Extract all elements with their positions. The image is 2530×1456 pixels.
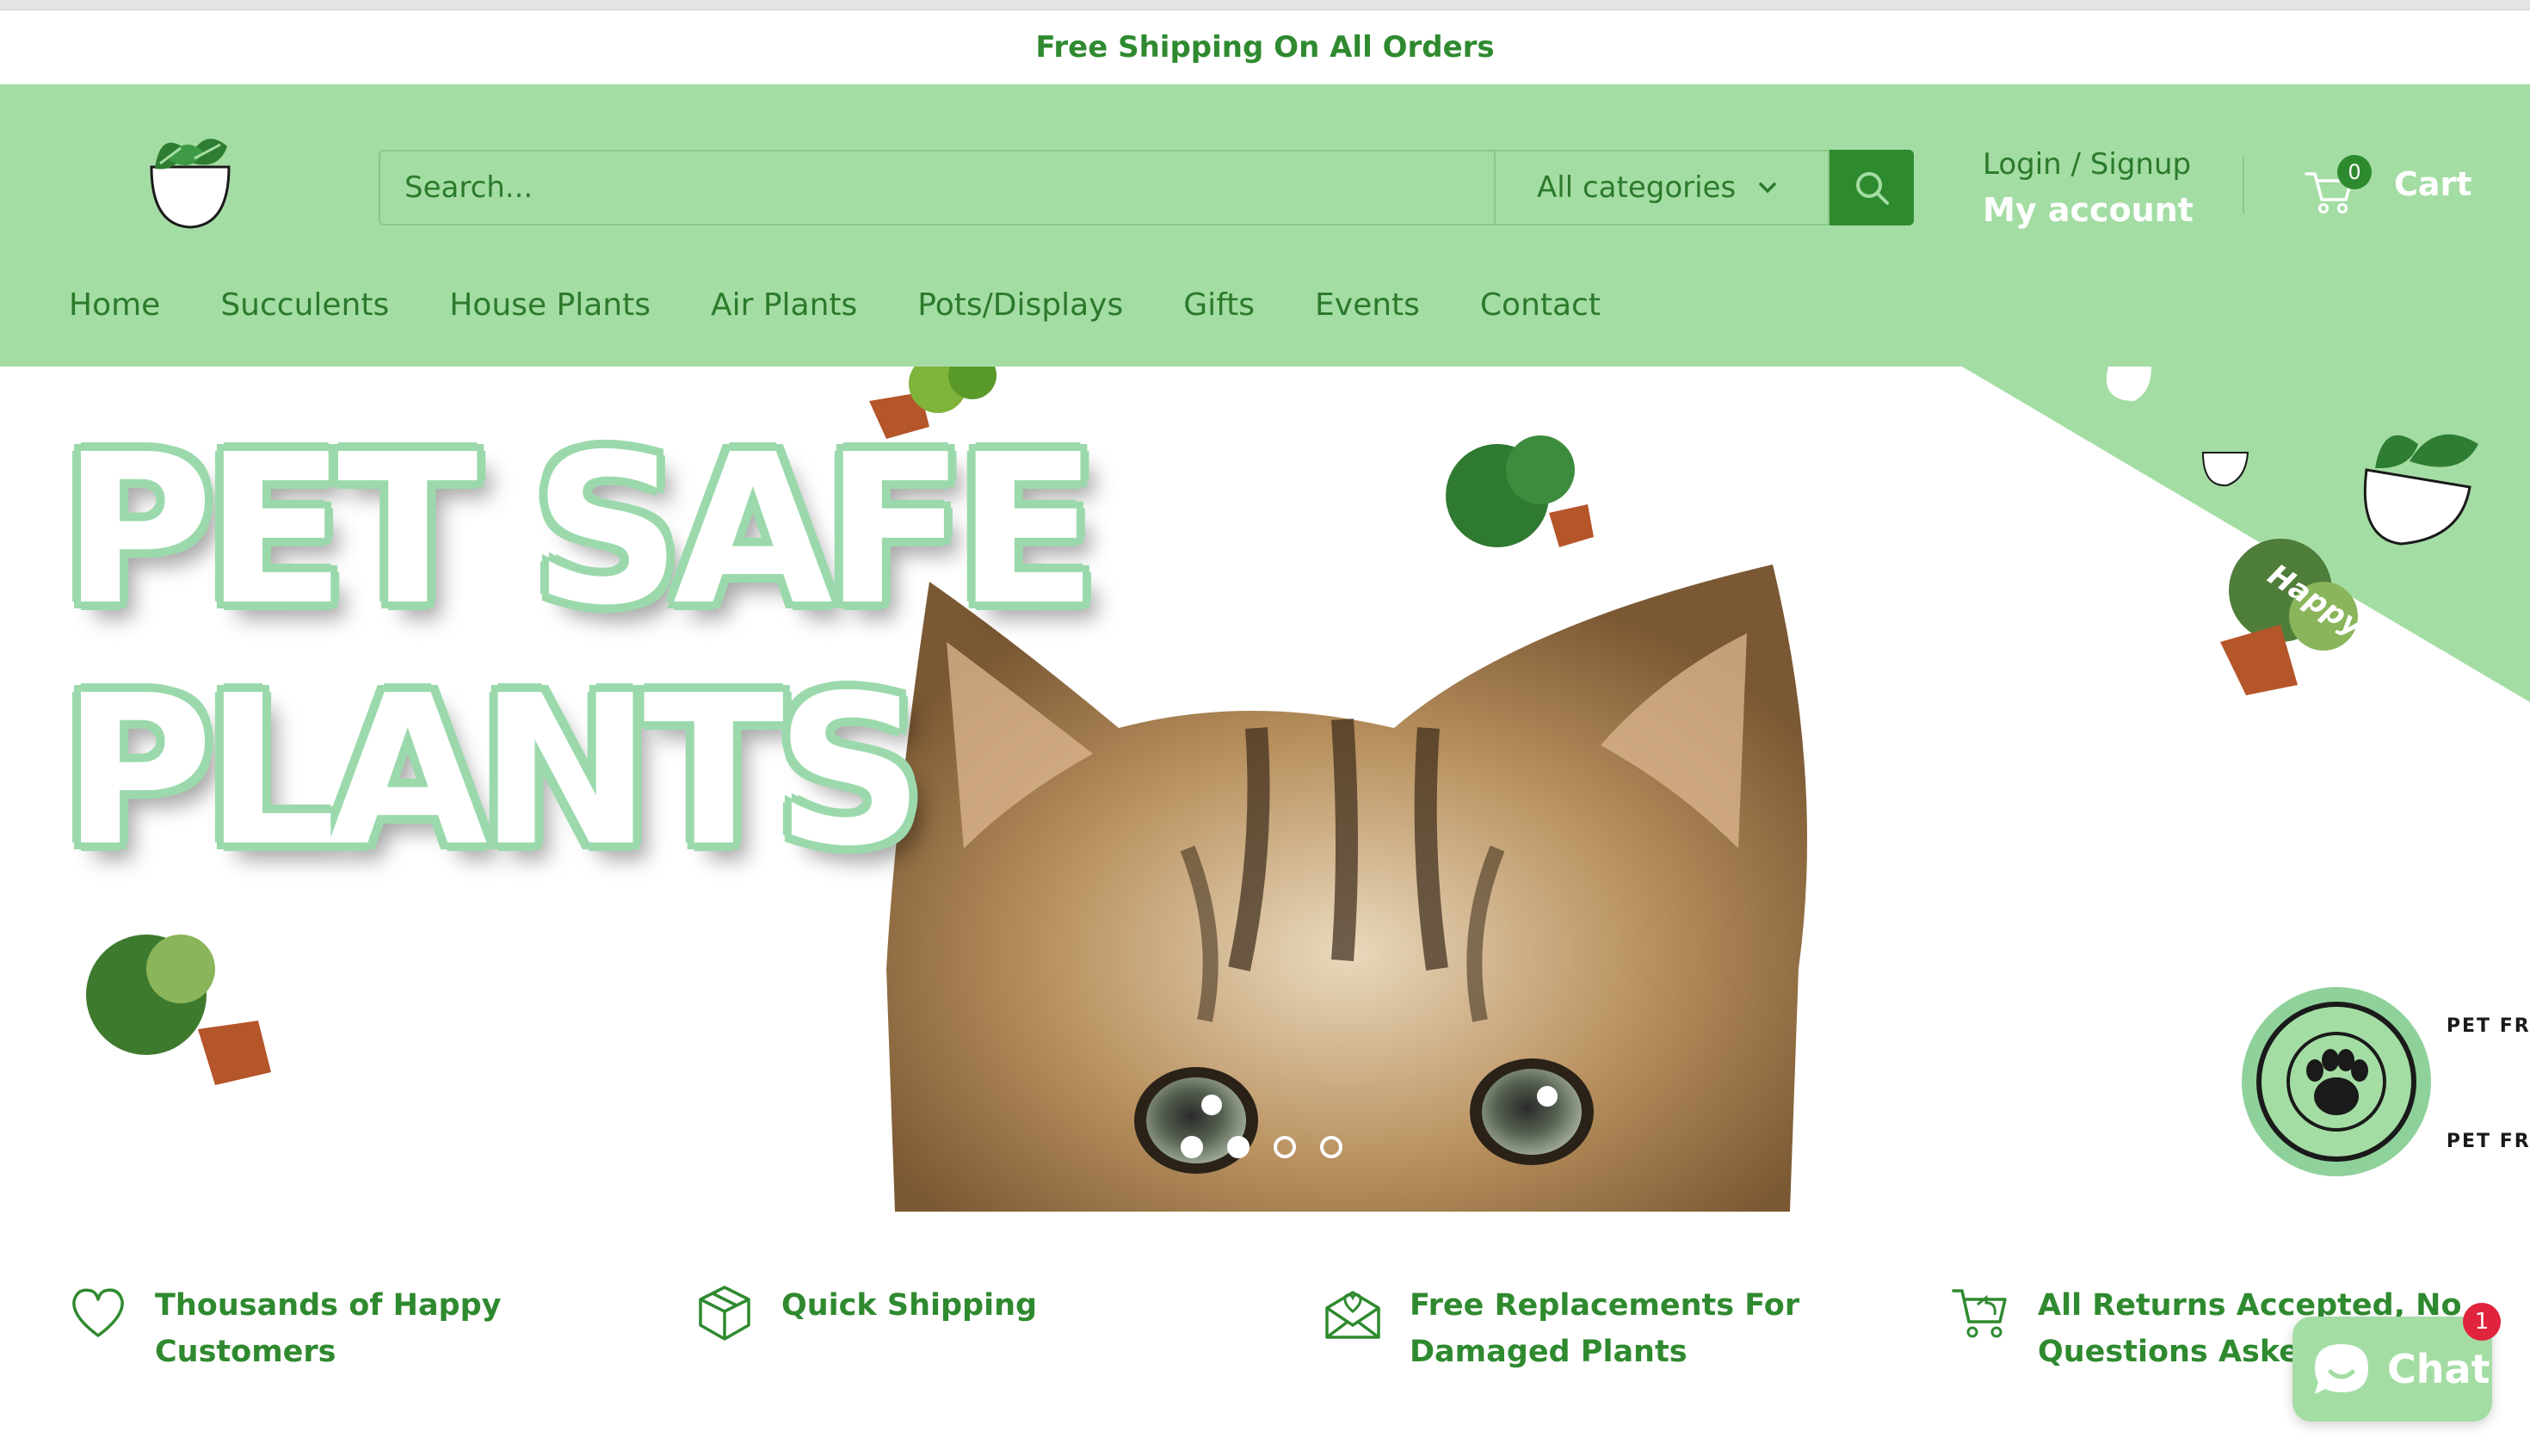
search-button[interactable] [1830, 150, 1914, 225]
search-input[interactable] [379, 150, 1494, 225]
slider-dot[interactable] [1320, 1136, 1342, 1158]
feature-line1: Thousands of Happy [155, 1288, 502, 1323]
chat-unread-badge: 1 [2463, 1303, 2501, 1341]
paw-icon [2242, 987, 2431, 1176]
slider-dots [1181, 1136, 1342, 1158]
envelope-heart-icon [1325, 1291, 1380, 1339]
plant-top-middle [1446, 435, 1594, 547]
hero-title-line1: PET SAFE [62, 410, 1098, 651]
login-signup-link[interactable]: Login / Signup [1983, 143, 2194, 186]
nav-item-events[interactable]: Events [1315, 287, 1420, 323]
feature-line1: Quick Shipping [781, 1288, 1038, 1323]
slider-dot[interactable] [1181, 1136, 1203, 1158]
nav-item-succulents[interactable]: Succulents [220, 287, 389, 323]
nav-item-pots-displays[interactable]: Pots/Displays [917, 287, 1123, 323]
chevron-down-icon [1759, 182, 1776, 194]
announcement-text: Free Shipping On All Orders [1035, 30, 1495, 65]
box-icon [699, 1286, 750, 1341]
hero-title-line2: PLANTS [62, 651, 924, 891]
cart-return-icon [1952, 1289, 2007, 1338]
announcement-bar: Free Shipping On All Orders [0, 10, 2530, 84]
search-icon [1856, 172, 1889, 205]
feature-line2: Damaged Plants [1410, 1335, 1688, 1369]
account-links: Login / Signup My account [1983, 143, 2194, 234]
header-divider [2243, 157, 2244, 213]
logo-icon[interactable] [143, 122, 238, 231]
nav-item-contact[interactable]: Contact [1480, 287, 1601, 323]
nav-item-house-plants[interactable]: House Plants [449, 287, 651, 323]
site-header: All categories Login / Signup My account… [0, 84, 2530, 367]
plant-bottom-left [86, 935, 271, 1085]
search-bar: All categories [379, 150, 1914, 225]
chat-button[interactable]: Chat [2292, 1317, 2492, 1422]
nav-item-home[interactable]: Home [69, 287, 160, 323]
browser-toolbar-strip [0, 0, 2530, 10]
hero-title: PET SAFE PLANTS [62, 410, 1098, 891]
pet-badge-top-text: PET FRIENDLY [2446, 1015, 2530, 1037]
cart-button[interactable]: 0 Cart [2303, 151, 2475, 220]
category-dropdown-label: All categories [1537, 170, 1737, 205]
feature-quick-shipping: Quick Shipping [694, 1282, 1037, 1344]
nav-item-gifts[interactable]: Gifts [1183, 287, 1255, 323]
chat-label: Chat [2387, 1346, 2490, 1392]
pet-friendly-badge: PET FRIENDLY PET FRIENDLY [2239, 984, 2530, 1179]
chat-bubble-icon [2315, 1344, 2368, 1394]
feature-free-replacements: Free Replacements For Damaged Plants [1322, 1282, 1799, 1375]
nav-item-air-plants[interactable]: Air Plants [711, 287, 857, 323]
features-strip: Thousands of Happy Customers Quick Shipp… [0, 1212, 2530, 1456]
main-nav: Home Succulents House Plants Air Plants … [69, 287, 1661, 323]
slider-dot[interactable] [1227, 1136, 1250, 1158]
feature-happy-customers: Thousands of Happy Customers [67, 1282, 501, 1375]
cart-count-badge: 0 [2337, 155, 2372, 189]
my-account-link[interactable]: My account [1983, 186, 2194, 234]
feature-line2: Customers [155, 1335, 336, 1369]
feature-line1: Free Replacements For [1410, 1288, 1800, 1323]
hero-banner[interactable]: PET SAFE PLANTS Happy Plant PET FRIENDLY… [0, 367, 2530, 1212]
heart-icon [72, 1288, 124, 1337]
slider-dot[interactable] [1274, 1136, 1296, 1158]
pet-badge-bottom-text: PET FRIENDLY [2446, 1131, 2530, 1152]
category-dropdown[interactable]: All categories [1494, 150, 1830, 225]
cart-label: Cart [2394, 165, 2472, 203]
